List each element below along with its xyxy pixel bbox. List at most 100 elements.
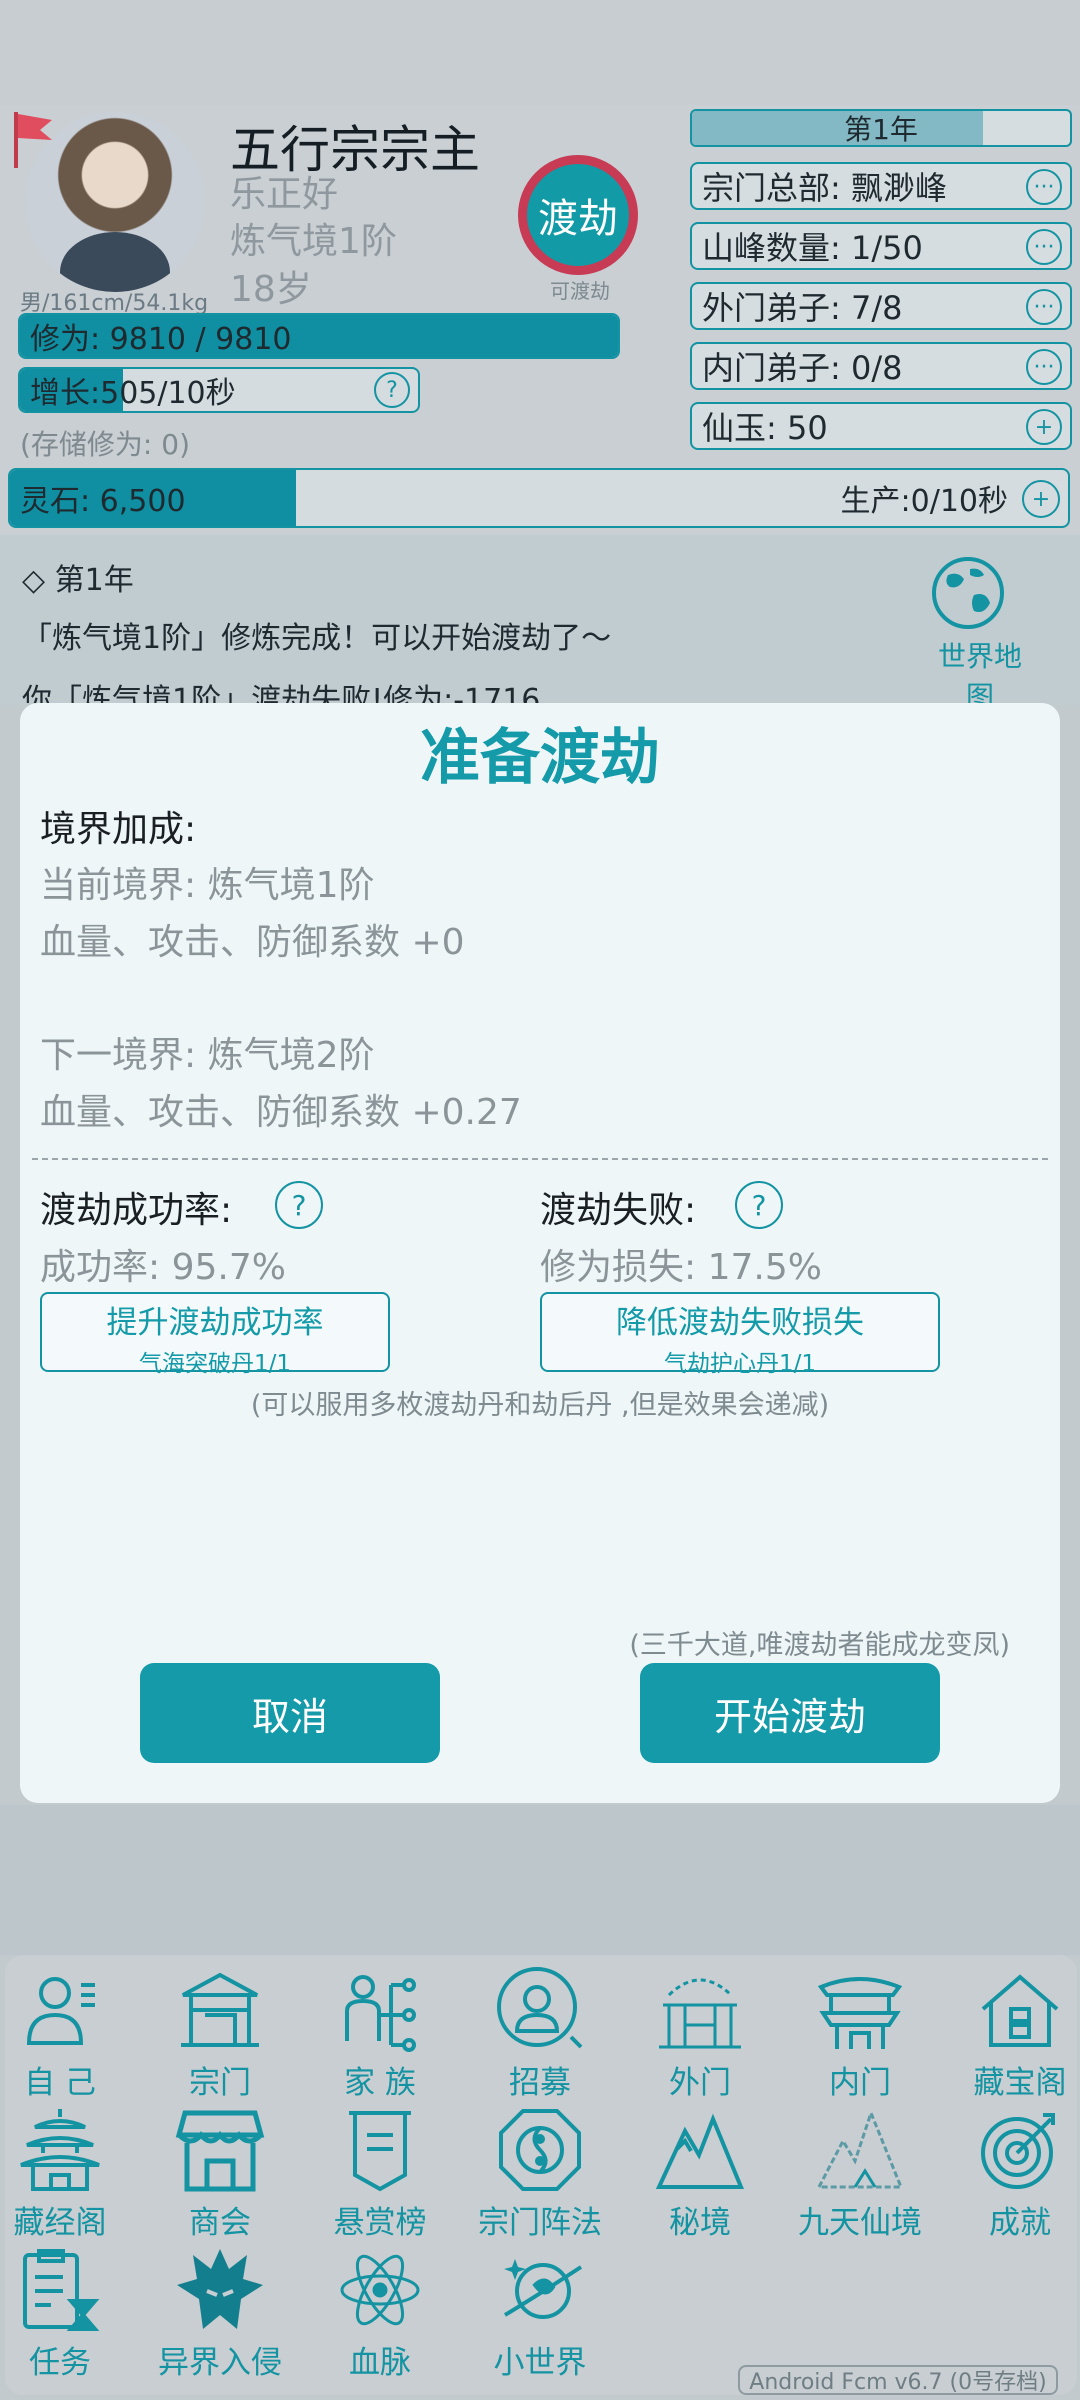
failure-title: 渡劫失败:: [540, 1190, 697, 1231]
nav-bounty-board[interactable]: 悬赏榜: [305, 2105, 455, 2242]
nav-recruit[interactable]: 招募: [465, 1965, 615, 2102]
dujie-button[interactable]: 渡劫: [518, 155, 638, 275]
nav-self[interactable]: 自 己: [0, 1965, 135, 2102]
nav-scripture-pavilion[interactable]: 藏经阁: [0, 2105, 135, 2242]
cancel-button[interactable]: 取消: [140, 1663, 440, 1763]
peaks-icon: [816, 2108, 904, 2189]
log-line: 「炼气境1阶」修炼完成！可以开始渡劫了～: [22, 621, 612, 656]
stat-sect-hq[interactable]: 宗门总部: 飘渺峰 ···: [690, 162, 1072, 210]
stat-immortal-jade[interactable]: 仙玉: 50 +: [690, 402, 1072, 450]
dialog-title: 准备渡劫: [420, 723, 660, 793]
nav-family[interactable]: 家 族: [305, 1965, 455, 2102]
boost-success-item: 气海突破丹1/1: [138, 1351, 291, 1377]
reduce-loss-label: 降低渡劫失败损失: [616, 1305, 864, 1341]
boost-success-button[interactable]: 提升渡劫成功率 气海突破丹1/1: [40, 1292, 390, 1377]
dim-backdrop: [0, 1805, 1080, 1955]
nav-label: 自 己: [24, 2065, 96, 2101]
plus-icon[interactable]: +: [1026, 409, 1062, 445]
cultivation-label: 修为: 9810 / 9810: [30, 322, 292, 357]
nav-label: 宗门: [189, 2065, 251, 2101]
spirit-stone-production: 生产:0/10秒: [840, 484, 1008, 519]
nav-treasure-house[interactable]: 藏宝阁: [945, 1965, 1080, 2102]
family-tree-icon: [345, 1975, 416, 2052]
boost-success-label: 提升渡劫成功率: [106, 1305, 324, 1341]
outer-gate-icon: [659, 1978, 741, 2049]
inner-gate-icon: [817, 1977, 903, 2049]
success-rate-value: 成功率: 95.7%: [40, 1247, 286, 1288]
stat-outer-disciples[interactable]: 外门弟子: 7/8 ···: [690, 282, 1072, 330]
bounty-banner-icon: [349, 2111, 411, 2192]
flavor-text: (三千大道,唯渡劫者能成龙变凤): [629, 1630, 1010, 1661]
tribulation-dialog: 准备渡劫 境界加成: 当前境界: 炼气境1阶 血量、攻击、防御系数 +0 下一境…: [20, 703, 1060, 1803]
stat-inner-disciples[interactable]: 内门弟子: 0/8 ···: [690, 342, 1072, 390]
next-realm: 下一境界: 炼气境2阶: [40, 1035, 375, 1076]
task-list-icon: [23, 2249, 100, 2331]
more-icon[interactable]: ···: [1026, 169, 1062, 205]
year-label: 第1年: [844, 113, 918, 146]
nav-label: 九天仙境: [798, 2205, 922, 2241]
failure-help-icon[interactable]: ?: [735, 1181, 783, 1229]
nav-tasks[interactable]: 任务: [0, 2245, 135, 2382]
flag-icon[interactable]: [10, 110, 55, 170]
demon-head-icon: [177, 2249, 263, 2329]
nav-label: 血脉: [349, 2345, 411, 2381]
person-icon: [26, 1977, 95, 2045]
nav-chamber-of-commerce[interactable]: 商会: [145, 2105, 295, 2242]
realm-bonus-title: 境界加成:: [40, 809, 197, 850]
nav-label: 宗门阵法: [478, 2205, 602, 2241]
reduce-loss-button[interactable]: 降低渡劫失败损失 气劫护心丹1/1: [540, 1292, 940, 1377]
nav-bloodline[interactable]: 血脉: [305, 2245, 455, 2382]
cultivation-bar: 修为: 9810 / 9810: [18, 313, 620, 359]
nav-otherworld-invasion[interactable]: 异界入侵: [145, 2245, 295, 2382]
stored-cultivation: (存储修为: 0): [20, 428, 190, 461]
nav-label: 内门: [829, 2065, 891, 2101]
nav-label: 异界入侵: [158, 2345, 282, 2381]
treasure-house-icon: [981, 1974, 1059, 2047]
recruit-icon: [497, 1967, 583, 2049]
nav-label: 悬赏榜: [333, 2205, 427, 2241]
formation-icon: [499, 2109, 581, 2191]
growth-help-icon[interactable]: ?: [374, 372, 410, 408]
nav-label: 外门: [669, 2065, 731, 2101]
nav-sect-formation[interactable]: 宗门阵法: [465, 2105, 615, 2242]
nav-label: 藏宝阁: [973, 2065, 1067, 2101]
mountain-icon: [655, 2113, 744, 2189]
add-spirit-stone-button[interactable]: +: [1022, 480, 1060, 518]
stat-label: 内门弟子: 0/8: [702, 349, 903, 387]
log-year-header: ◇ 第1年: [22, 563, 134, 598]
nav-label: 成就: [989, 2205, 1051, 2241]
character-name: 乐正好: [230, 174, 339, 215]
success-help-icon[interactable]: ?: [275, 1181, 323, 1229]
stat-label: 山峰数量: 1/50: [702, 229, 923, 267]
nav-inner-gate[interactable]: 内门: [785, 1965, 935, 2102]
nav-label: 招募: [509, 2065, 571, 2101]
nav-label: 商会: [189, 2205, 251, 2241]
current-realm: 当前境界: 炼气境1阶: [40, 865, 375, 906]
nav-label: 秘境: [669, 2205, 731, 2241]
globe-icon: [932, 557, 1004, 629]
start-tribulation-button[interactable]: 开始渡劫: [640, 1663, 940, 1763]
nav-secret-realm[interactable]: 秘境: [625, 2105, 775, 2242]
character-age: 18岁: [230, 269, 312, 310]
more-icon[interactable]: ···: [1026, 229, 1062, 265]
nav-nine-heavens[interactable]: 九天仙境: [785, 2105, 935, 2242]
spirit-stone-bar: 灵石: 6,500 生产:0/10秒 +: [8, 468, 1070, 528]
log-line: 你「炼气境1阶」渡劫失败!修为:-1716: [22, 683, 541, 703]
reduce-loss-item: 气劫护心丹1/1: [663, 1351, 816, 1377]
nav-achievements[interactable]: 成就: [945, 2105, 1080, 2242]
nav-outer-gate[interactable]: 外门: [625, 1965, 775, 2102]
nav-sect[interactable]: 宗门: [145, 1965, 295, 2102]
sect-gate-icon: [181, 1972, 259, 2047]
more-icon[interactable]: ···: [1026, 349, 1062, 385]
nav-small-world[interactable]: 小世界: [465, 2245, 615, 2382]
nav-label: 家 族: [344, 2065, 416, 2101]
planet-icon: [503, 2259, 583, 2319]
version-label: Android Fcm v6.7 (0号存档): [738, 2365, 1058, 2395]
shop-icon: [175, 2110, 265, 2192]
pagoda-icon: [20, 2109, 100, 2191]
nav-label: 藏经阁: [13, 2205, 107, 2241]
more-icon[interactable]: ···: [1026, 289, 1062, 325]
world-map-button[interactable]: 世界地图: [930, 555, 1030, 715]
failure-loss-value: 修为损失: 17.5%: [540, 1247, 822, 1288]
stat-peaks[interactable]: 山峰数量: 1/50 ···: [690, 222, 1072, 270]
